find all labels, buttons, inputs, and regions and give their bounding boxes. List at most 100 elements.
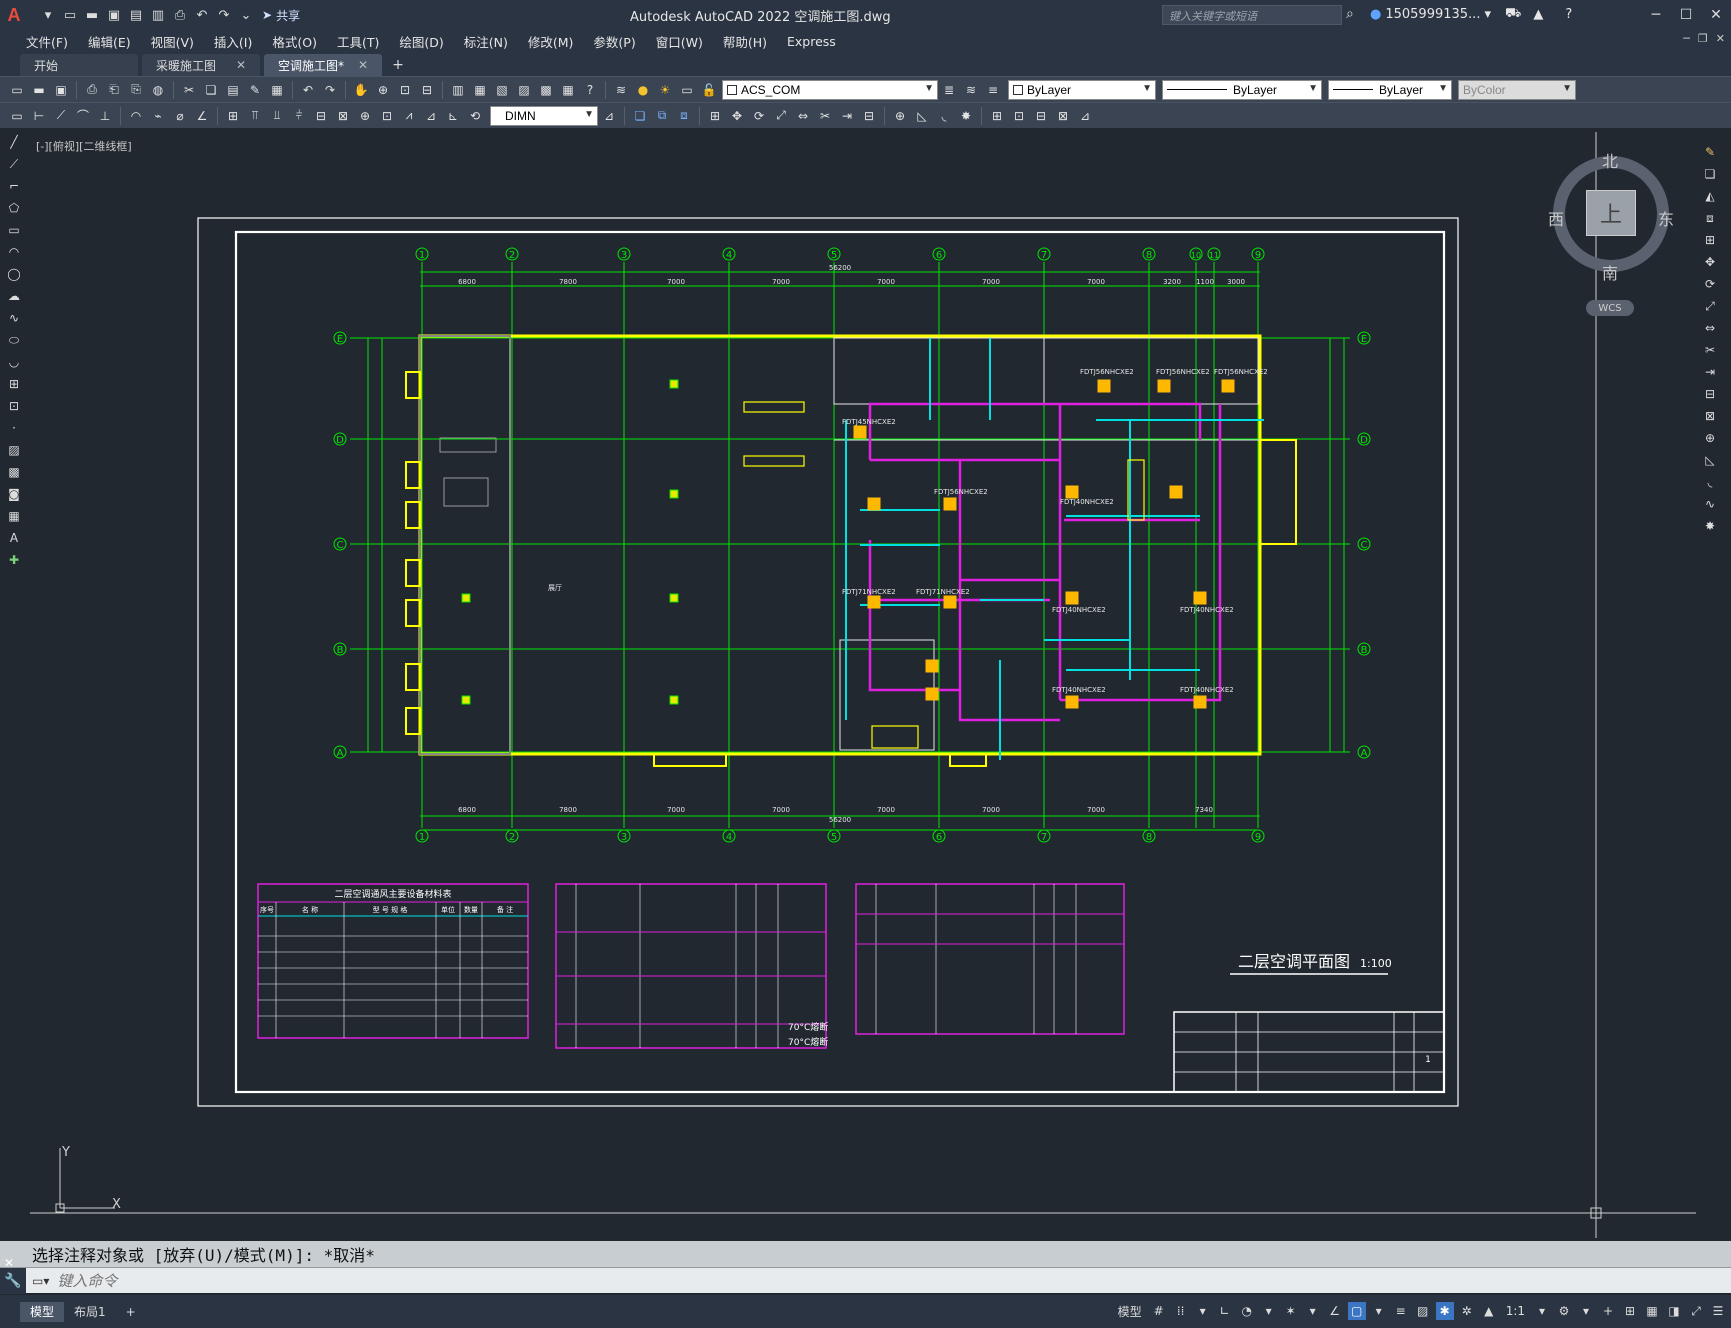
svg-text:6800: 6800 <box>458 806 476 814</box>
wcs-menu-button[interactable]: WCS <box>1586 300 1634 316</box>
svg-text:3: 3 <box>621 832 627 843</box>
svg-text:C: C <box>337 540 344 551</box>
svg-text:型 号 规 格: 型 号 规 格 <box>373 905 408 914</box>
chevron-down-icon[interactable]: ▾ <box>1533 1302 1551 1320</box>
title-block: 1 <box>1173 1011 1445 1093</box>
svg-text:二层空调通风主要设备材料表: 二层空调通风主要设备材料表 <box>334 888 451 900</box>
gear-icon[interactable]: ⚙ <box>1555 1302 1573 1320</box>
lineweight-icon[interactable]: ≡ <box>1392 1302 1410 1320</box>
svg-text:名 称: 名 称 <box>302 905 318 914</box>
annotation-scale-value[interactable]: 1:1 <box>1502 1304 1529 1318</box>
viewcube[interactable]: 北 南 东 西 上 WCS <box>1548 148 1674 316</box>
svg-text:56200: 56200 <box>829 816 851 824</box>
viewcube-west[interactable]: 西 <box>1548 206 1564 230</box>
svg-text:3000: 3000 <box>1227 278 1245 286</box>
svg-text:5: 5 <box>831 250 837 261</box>
annotation-scale-icon[interactable]: ▲ <box>1480 1302 1498 1320</box>
command-dropdown-icon[interactable]: ▭▾ <box>32 1274 49 1288</box>
svg-text:11: 11 <box>1209 251 1219 260</box>
quick-properties-icon[interactable]: ▦ <box>1643 1302 1661 1320</box>
chevron-down-icon[interactable]: ▾ <box>1194 1302 1212 1320</box>
tab-model[interactable]: 模型 <box>20 1301 65 1322</box>
svg-text:Y: Y <box>61 1145 70 1160</box>
grid-bubbles-top: 1 2 3 4 5 6 7 8 10 11 9 <box>415 247 1265 261</box>
units-icon[interactable]: ⊞ <box>1621 1302 1639 1320</box>
svg-text:FDTJ71NHCXE2: FDTJ71NHCXE2 <box>842 588 896 596</box>
grid-icon[interactable]: # <box>1150 1302 1168 1320</box>
ucs-icon: Y X <box>55 1145 121 1213</box>
svg-text:1100: 1100 <box>1196 278 1214 286</box>
chevron-down-icon[interactable]: ▾ <box>1370 1302 1388 1320</box>
object-tracking-icon[interactable]: ∠ <box>1326 1302 1344 1320</box>
viewcube-top-face[interactable]: 上 <box>1586 190 1636 236</box>
status-toggles: 模型 # ⁞⁞ ▾ ∟ ◔ ▾ ✶ ▾ ∠ ▢ ▾ ≡ ▨ ✱ ✲ ▲ 1:1 … <box>1114 1302 1727 1320</box>
svg-text:9: 9 <box>1255 832 1261 843</box>
command-line: 🔧 ▭▾ <box>0 1267 1731 1294</box>
svg-text:7000: 7000 <box>877 806 895 814</box>
svg-text:X: X <box>112 1197 121 1212</box>
svg-text:FDTJ40NHCXE2: FDTJ40NHCXE2 <box>1180 606 1234 614</box>
svg-text:7340: 7340 <box>1195 806 1213 814</box>
add-layout-icon[interactable]: + <box>116 1302 146 1322</box>
plus-icon[interactable]: + <box>1599 1302 1617 1320</box>
svg-text:7000: 7000 <box>982 806 1000 814</box>
auto-scale-icon[interactable]: ✲ <box>1458 1302 1476 1320</box>
svg-text:E: E <box>1361 334 1367 345</box>
viewcube-north[interactable]: 北 <box>1602 148 1618 172</box>
equipment-table-1: 二层空调通风主要设备材料表 序号 名 称 型 号 规 格 单位 数量 备 注 <box>257 883 529 1039</box>
tab-layout1[interactable]: 布局1 <box>64 1302 116 1322</box>
svg-text:二层空调平面图: 二层空调平面图 <box>1238 952 1350 971</box>
command-history: 选择注释对象或 [放弃(U)/模式(M)]: *取消* <box>0 1241 1731 1267</box>
model-space-toggle[interactable]: 模型 <box>1114 1303 1146 1320</box>
svg-text:2: 2 <box>509 832 515 843</box>
svg-text:10: 10 <box>1191 251 1201 260</box>
snap-icon[interactable]: ⁞⁞ <box>1172 1302 1190 1320</box>
svg-text:70°C熔断: 70°C熔断 <box>788 1036 828 1048</box>
svg-text:FDTJ40NHCXE2: FDTJ40NHCXE2 <box>1052 686 1106 694</box>
svg-text:2: 2 <box>509 250 515 261</box>
polar-icon[interactable]: ◔ <box>1238 1302 1256 1320</box>
viewcube-south[interactable]: 南 <box>1602 260 1618 284</box>
drawing-canvas[interactable]: Y X 1 2 3 4 5 6 7 8 10 11 9 1 2 3 4 5 6 … <box>0 0 1731 1240</box>
viewcube-east[interactable]: 东 <box>1658 206 1674 230</box>
svg-text:6: 6 <box>936 250 942 261</box>
svg-text:C: C <box>1361 540 1368 551</box>
isolate-objects-icon[interactable]: ◨ <box>1665 1302 1683 1320</box>
svg-text:7800: 7800 <box>559 806 577 814</box>
status-bar: 模型 布局1 + 模型 # ⁞⁞ ▾ ∟ ◔ ▾ ✶ ▾ ∠ ▢ ▾ ≡ ▨ ✱… <box>0 1295 1731 1328</box>
svg-text:1: 1 <box>419 250 425 261</box>
svg-text:序号: 序号 <box>260 905 274 914</box>
svg-text:D: D <box>1360 435 1368 446</box>
svg-text:7000: 7000 <box>877 278 895 286</box>
svg-text:1: 1 <box>1425 1055 1431 1065</box>
clean-screen-icon[interactable]: ⤢ <box>1687 1302 1705 1320</box>
paper-outer-frame <box>197 217 1459 1107</box>
supply-duct <box>743 401 1145 749</box>
svg-text:7: 7 <box>1041 832 1047 843</box>
chevron-down-icon[interactable]: ▾ <box>1577 1302 1595 1320</box>
svg-text:6800: 6800 <box>458 278 476 286</box>
svg-text:B: B <box>337 645 344 656</box>
grid-bubbles-bottom: 1 2 3 4 5 6 7 8 9 <box>415 829 1265 843</box>
object-snap-icon[interactable]: ▢ <box>1347 1302 1366 1320</box>
svg-text:8: 8 <box>1146 832 1152 843</box>
svg-text:5: 5 <box>831 832 837 843</box>
building-walls <box>405 334 1297 767</box>
svg-text:7000: 7000 <box>982 278 1000 286</box>
svg-text:1: 1 <box>419 832 425 843</box>
chevron-down-icon[interactable]: ▾ <box>1304 1302 1322 1320</box>
svg-text:7: 7 <box>1041 250 1047 261</box>
svg-text:7000: 7000 <box>667 278 685 286</box>
customize-icon[interactable]: ☰ <box>1709 1302 1727 1320</box>
isodraft-icon[interactable]: ✶ <box>1282 1302 1300 1320</box>
svg-text:FDTJ45NHCXE2: FDTJ45NHCXE2 <box>842 418 896 426</box>
annotation-visibility-icon[interactable]: ✱ <box>1435 1302 1454 1320</box>
command-input[interactable] <box>57 1271 1558 1290</box>
svg-text:A: A <box>337 748 344 759</box>
wrench-icon[interactable]: 🔧 <box>0 1267 26 1294</box>
grid-axes <box>350 262 1350 828</box>
transparency-icon[interactable]: ▨ <box>1414 1302 1432 1320</box>
chevron-down-icon[interactable]: ▾ <box>1260 1302 1278 1320</box>
equipment-labels: FDTJ56NHCXE2 FDTJ56NHCXE2 FDTJ56NHCXE2 F… <box>548 368 1268 694</box>
ortho-icon[interactable]: ∟ <box>1216 1302 1234 1320</box>
